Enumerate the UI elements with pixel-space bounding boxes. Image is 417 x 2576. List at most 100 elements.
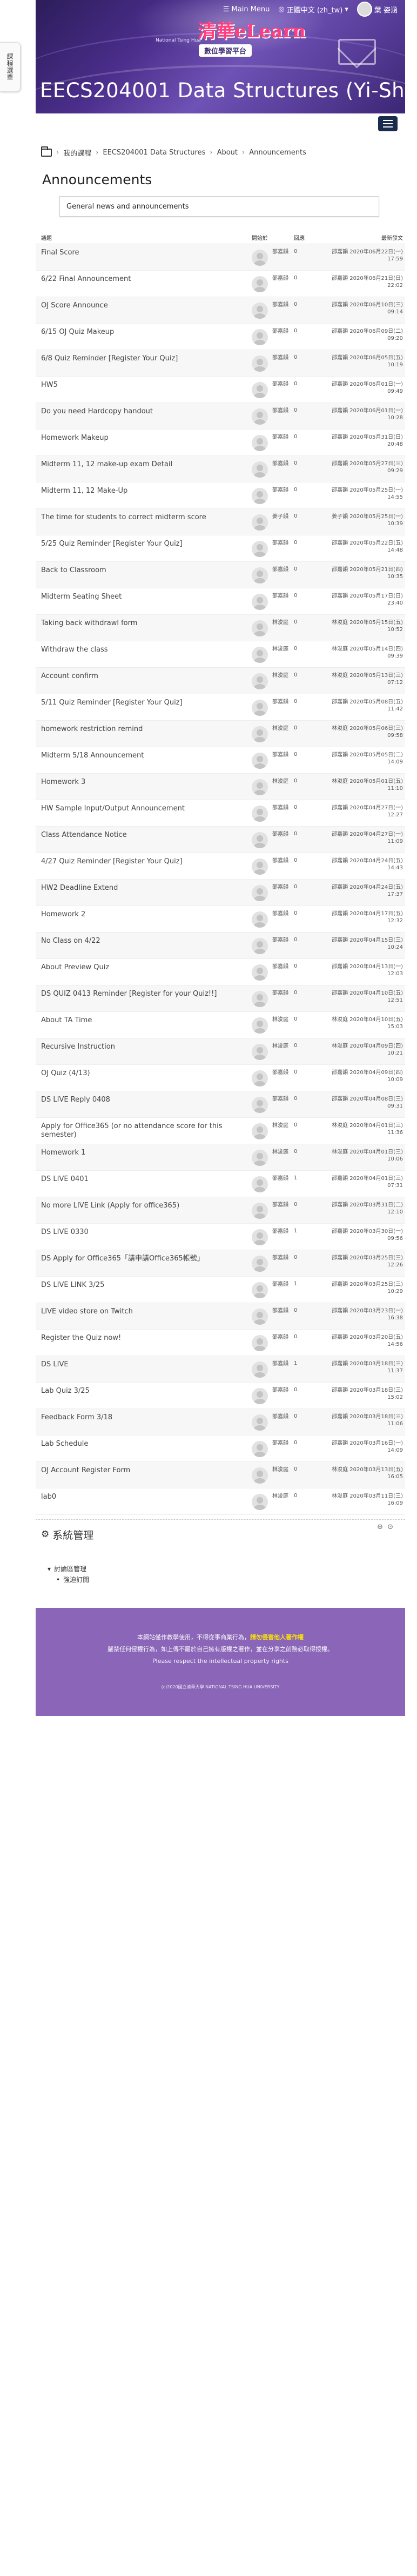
author-name[interactable]: 邵嘉韻 (272, 985, 294, 1011)
user-avatar[interactable] (252, 249, 268, 266)
last-post[interactable]: 邵嘉韻 2020年06月05日(五) 10:19 (319, 350, 405, 376)
discussion-title-link[interactable]: OJ Account Register Form (36, 1461, 252, 1488)
user-avatar[interactable] (252, 779, 268, 795)
author-name[interactable]: 邵嘉韻 (272, 270, 294, 297)
reply-count[interactable]: 0 (294, 403, 319, 429)
user-avatar[interactable] (252, 381, 268, 398)
user-avatar[interactable] (252, 1308, 268, 1325)
user-avatar[interactable] (252, 1202, 268, 1219)
last-post[interactable]: 邵嘉韻 2020年06月10日(三) 09:14 (319, 297, 405, 323)
user-avatar[interactable] (252, 1017, 268, 1034)
discussion-title-link[interactable]: Final Score (36, 244, 252, 270)
user-avatar[interactable] (252, 858, 268, 875)
discussion-title-link[interactable]: DS QUIZ 0413 Reminder [Register for your… (36, 985, 252, 1011)
discussion-title-link[interactable]: lab0 (36, 1488, 252, 1514)
user-avatar[interactable] (252, 673, 268, 689)
user-avatar[interactable] (252, 434, 268, 451)
last-post[interactable]: 邵嘉韻 2020年04月27日(一) 12:27 (319, 800, 405, 826)
language-menu[interactable]: ◎ 正體中文 (zh_tw) ▾ (278, 4, 348, 15)
last-post[interactable]: 邵嘉韻 2020年06月22日(一) 17:59 (319, 244, 405, 270)
reply-count[interactable]: 0 (294, 932, 319, 958)
last-post[interactable]: 邵嘉韻 2020年03月25日(三) 12:26 (319, 1250, 405, 1276)
last-post[interactable]: 邵嘉韻 2020年05月17日(日) 23:40 (319, 588, 405, 614)
reply-count[interactable]: 0 (294, 1197, 319, 1223)
discussion-title-link[interactable]: Register the Quiz now! (36, 1329, 252, 1356)
user-avatar[interactable] (252, 1334, 268, 1351)
hamburger-menu-button[interactable] (378, 116, 398, 131)
user-avatar[interactable] (252, 567, 268, 583)
reply-count[interactable]: 0 (294, 1250, 319, 1276)
reply-count[interactable]: 0 (294, 1064, 319, 1091)
site-logo[interactable]: National Tsing Hua 清華eLearn 數位學習平台 (156, 14, 307, 68)
reply-count[interactable]: 0 (294, 455, 319, 482)
author-name[interactable]: 邵嘉韻 (272, 588, 294, 614)
reply-count[interactable]: 0 (294, 694, 319, 720)
reply-count[interactable]: 0 (294, 720, 319, 747)
author-name[interactable]: 邵嘉韻 (272, 879, 294, 905)
user-avatar[interactable] (252, 1361, 268, 1378)
course-menu-tab[interactable]: 課程選單 (0, 42, 21, 92)
author-name[interactable]: 林浚庭 (272, 614, 294, 641)
last-post[interactable]: 邵嘉韻 2020年06月21日(日) 22:02 (319, 270, 405, 297)
last-post[interactable]: 邵嘉韻 2020年05月25日(一) 14:55 (319, 482, 405, 508)
user-avatar[interactable] (252, 408, 268, 425)
author-name[interactable]: 邵嘉韻 (272, 1197, 294, 1223)
column-header-last-post[interactable]: 最新發文 (319, 232, 405, 244)
author-name[interactable]: 邵嘉韻 (272, 1382, 294, 1408)
discussion-title-link[interactable]: LIVE video store on Twitch (36, 1303, 252, 1329)
reply-count[interactable]: 0 (294, 561, 319, 588)
author-name[interactable]: 邵嘉韻 (272, 853, 294, 879)
author-name[interactable]: 邵嘉韻 (272, 932, 294, 958)
user-avatar[interactable] (252, 1282, 268, 1298)
last-post[interactable]: 邵嘉韻 2020年05月27日(三) 09:29 (319, 455, 405, 482)
discussion-title-link[interactable]: 6/15 OJ Quiz Makeup (36, 323, 252, 350)
user-avatar[interactable] (252, 1255, 268, 1272)
discussion-title-link[interactable]: About Preview Quiz (36, 958, 252, 985)
user-avatar[interactable] (252, 726, 268, 742)
author-name[interactable]: 邵嘉韻 (272, 244, 294, 270)
reply-count[interactable]: 0 (294, 1329, 319, 1356)
author-name[interactable]: 邵嘉韻 (272, 323, 294, 350)
author-name[interactable]: 邵嘉韻 (272, 1276, 294, 1303)
last-post[interactable]: 邵嘉韻 2020年04月13日(一) 12:03 (319, 958, 405, 985)
author-name[interactable]: 邵嘉韻 (272, 1223, 294, 1250)
discussion-title-link[interactable]: OJ Quiz (4/13) (36, 1064, 252, 1091)
reply-count[interactable]: 0 (294, 1382, 319, 1408)
author-name[interactable]: 邵嘉韻 (272, 958, 294, 985)
user-avatar[interactable] (252, 1123, 268, 1139)
last-post[interactable]: 邵嘉韻 2020年06月01日(一) 10:28 (319, 403, 405, 429)
author-name[interactable]: 邵嘉韻 (272, 747, 294, 773)
last-post[interactable]: 林浚庭 2020年04月09日(四) 10:21 (319, 1038, 405, 1064)
reply-count[interactable]: 0 (294, 826, 319, 853)
reply-count[interactable]: 0 (294, 1011, 319, 1038)
main-menu-link[interactable]: ☰ Main Menu (223, 5, 270, 14)
discussion-title-link[interactable]: Back to Classroom (36, 561, 252, 588)
breadcrumb-about[interactable]: About (217, 149, 238, 157)
user-avatar[interactable] (252, 1149, 268, 1166)
discussion-title-link[interactable]: DS LIVE Reply 0408 (36, 1091, 252, 1117)
last-post[interactable]: 邵嘉韻 2020年04月15日(三) 10:24 (319, 932, 405, 958)
user-avatar[interactable] (252, 1096, 268, 1113)
reply-count[interactable]: 0 (294, 244, 319, 270)
reply-count[interactable]: 0 (294, 1408, 319, 1435)
reply-count[interactable]: 1 (294, 1276, 319, 1303)
last-post[interactable]: 林浚庭 2020年04月01日(三) 11:36 (319, 1117, 405, 1144)
user-avatar[interactable] (252, 487, 268, 504)
last-post[interactable]: 邵嘉韻 2020年03月31日(二) 12:10 (319, 1197, 405, 1223)
reply-count[interactable]: 1 (294, 1356, 319, 1382)
author-name[interactable]: 邵嘉韻 (272, 403, 294, 429)
reply-count[interactable]: 0 (294, 800, 319, 826)
last-post[interactable]: 邵嘉韻 2020年04月01日(三) 07:31 (319, 1170, 405, 1197)
user-avatar[interactable] (252, 699, 268, 716)
discussion-title-link[interactable]: 6/8 Quiz Reminder [Register Your Quiz] (36, 350, 252, 376)
user-avatar[interactable] (252, 620, 268, 636)
discussion-title-link[interactable]: DS LIVE 0330 (36, 1223, 252, 1250)
discussion-title-link[interactable]: Do you need Hardcopy handout (36, 403, 252, 429)
author-name[interactable]: 邵嘉韻 (272, 561, 294, 588)
reply-count[interactable]: 0 (294, 588, 319, 614)
last-post[interactable]: 林浚庭 2020年03月13日(五) 16:05 (319, 1461, 405, 1488)
user-avatar[interactable] (252, 646, 268, 663)
reply-count[interactable]: 0 (294, 508, 319, 535)
discussion-title-link[interactable]: homework restriction remind (36, 720, 252, 747)
reply-count[interactable]: 0 (294, 376, 319, 403)
